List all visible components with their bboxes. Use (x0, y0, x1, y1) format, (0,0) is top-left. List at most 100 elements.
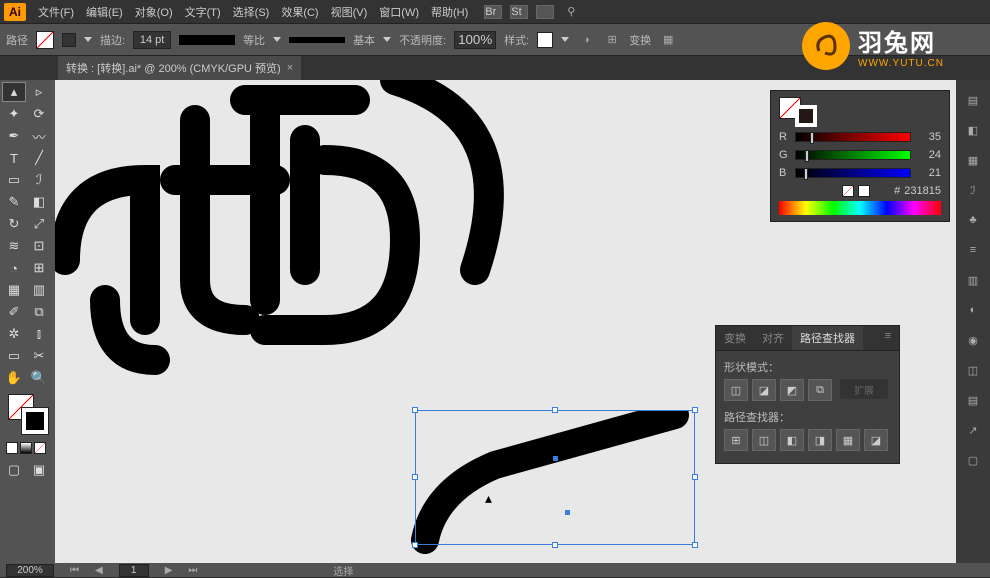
minus-front-button[interactable]: ◪ (752, 379, 776, 401)
brush-preview[interactable] (289, 37, 345, 43)
divide-button[interactable]: ⊞ (724, 429, 748, 451)
artboard-tool[interactable]: ▭ (2, 346, 26, 366)
bbox-handle-mr[interactable] (692, 474, 698, 480)
intersect-button[interactable]: ◩ (780, 379, 804, 401)
outline-button[interactable]: ▦ (836, 429, 860, 451)
exclude-button[interactable]: ⧉ (808, 379, 832, 401)
recolor-icon[interactable]: ◑ (577, 31, 595, 49)
tab-close-icon[interactable]: × (287, 62, 293, 74)
expand-button[interactable]: 扩展 (840, 379, 888, 399)
arrange-icon[interactable] (536, 5, 554, 19)
trim-button[interactable]: ◫ (752, 429, 776, 451)
free-transform-tool[interactable]: ⊡ (27, 236, 51, 256)
transform-label[interactable]: 变换 (629, 32, 651, 48)
graphic-styles-icon[interactable]: ◫ (963, 360, 983, 380)
hex-value[interactable]: 231815 (904, 185, 941, 197)
stroke-color-swatch[interactable] (795, 105, 817, 127)
bbox-handle-bc[interactable] (552, 542, 558, 548)
properties-panel-icon[interactable]: ▤ (963, 90, 983, 110)
isolate-icon[interactable]: ▦ (659, 31, 677, 49)
stroke-profile-preview[interactable] (179, 35, 235, 45)
menu-select[interactable]: 选择(S) (227, 4, 276, 20)
transparency-icon[interactable]: ◐ (963, 300, 983, 320)
none-swatch-icon[interactable] (842, 185, 854, 197)
anchor-point[interactable] (553, 456, 558, 461)
document-tab[interactable]: 转换 : [转换].ai* @ 200% (CMYK/GPU 预览) × (58, 56, 301, 80)
menu-type[interactable]: 文字(T) (179, 4, 227, 20)
asset-export-icon[interactable]: ↗ (963, 420, 983, 440)
nav-prev-icon[interactable]: ◀ (95, 565, 103, 576)
artboards-icon[interactable]: ▢ (963, 450, 983, 470)
selection-tool[interactable]: ▴ (2, 82, 26, 102)
align-icon[interactable]: ⊞ (603, 31, 621, 49)
color-guide-icon[interactable]: ◧ (963, 120, 983, 140)
hand-tool[interactable]: ✋ (2, 368, 26, 388)
nav-last-icon[interactable]: ⏭ (188, 565, 197, 576)
menu-edit[interactable]: 编辑(E) (80, 4, 129, 20)
gradient-mode-swatch[interactable] (20, 442, 32, 454)
style-thumbnail[interactable] (537, 32, 553, 48)
search-icon[interactable]: ⚲ (562, 3, 580, 21)
selected-object[interactable]: ▴ (365, 410, 695, 560)
zoom-input[interactable] (6, 564, 54, 577)
bbox-handle-tl[interactable] (412, 407, 418, 413)
color-panel[interactable]: R 35 G 24 B 21 # 231815 (770, 90, 950, 222)
crop-button[interactable]: ◨ (808, 429, 832, 451)
stroke-panel-icon[interactable]: ≡ (963, 240, 983, 260)
shape-builder-tool[interactable]: ◔ (2, 258, 26, 278)
eyedropper-tool[interactable]: ✐ (2, 302, 26, 322)
anchor-point[interactable] (565, 510, 570, 515)
bbox-handle-ml[interactable] (412, 474, 418, 480)
brush-dropdown-icon[interactable] (383, 37, 391, 42)
swatches-icon[interactable]: ▦ (963, 150, 983, 170)
blend-tool[interactable]: ⧉ (27, 302, 51, 322)
tab-transform[interactable]: 变换 (716, 326, 754, 350)
curvature-tool[interactable]: 〰 (27, 126, 51, 146)
slice-tool[interactable]: ✂ (27, 346, 51, 366)
b-slider[interactable] (795, 168, 911, 178)
stock-icon[interactable]: St (510, 5, 528, 19)
layers-icon[interactable]: ▤ (963, 390, 983, 410)
symbols-icon[interactable]: ♣ (963, 210, 983, 230)
merge-button[interactable]: ◧ (780, 429, 804, 451)
perspective-grid-tool[interactable]: ⊞ (27, 258, 51, 278)
r-slider[interactable] (795, 132, 911, 142)
brushes-icon[interactable]: ℐ (963, 180, 983, 200)
menu-effect[interactable]: 效果(C) (275, 4, 324, 20)
tab-pathfinder[interactable]: 路径查找器 (792, 326, 863, 350)
paintbrush-tool[interactable]: ℐ (27, 170, 51, 190)
style-dropdown-icon[interactable] (561, 37, 569, 42)
rotate-tool[interactable]: ↻ (2, 214, 26, 234)
zoom-tool[interactable]: 🔍 (27, 368, 51, 388)
profile-dropdown-icon[interactable] (273, 37, 281, 42)
stroke-swatch-box[interactable] (62, 33, 76, 47)
rectangle-tool[interactable]: ▭ (2, 170, 26, 190)
menu-help[interactable]: 帮助(H) (425, 4, 474, 20)
pen-tool[interactable]: ✒ (2, 126, 26, 146)
menu-window[interactable]: 窗口(W) (373, 4, 425, 20)
artboard-nav-input[interactable] (119, 564, 149, 577)
menu-view[interactable]: 视图(V) (325, 4, 374, 20)
none-mode-swatch[interactable] (34, 442, 46, 454)
width-tool[interactable]: ≋ (2, 236, 26, 256)
eraser-tool[interactable]: ◧ (27, 192, 51, 212)
white-swatch-icon[interactable] (858, 185, 870, 197)
fill-swatch[interactable] (36, 31, 54, 49)
menu-file[interactable]: 文件(F) (32, 4, 80, 20)
stroke-width-input[interactable] (133, 31, 171, 49)
screen-mode-full[interactable]: ▣ (27, 460, 51, 480)
magic-wand-tool[interactable]: ✦ (2, 104, 26, 124)
symbol-sprayer-tool[interactable]: ✲ (2, 324, 26, 344)
spectrum-bar[interactable] (779, 201, 941, 215)
color-mode-swatch[interactable] (6, 442, 18, 454)
bbox-handle-br[interactable] (692, 542, 698, 548)
line-segment-tool[interactable]: ╱ (27, 148, 51, 168)
nav-next-icon[interactable]: ▶ (165, 565, 173, 576)
scale-tool[interactable]: ⤢ (27, 214, 51, 234)
fill-stroke-indicator[interactable] (2, 394, 53, 438)
shaper-tool[interactable]: ✎ (2, 192, 26, 212)
minus-back-button[interactable]: ◪ (864, 429, 888, 451)
pathfinder-panel[interactable]: 变换 对齐 路径查找器 ≡ 形状模式： ◫ ◪ ◩ ⧉ 扩展 路径查找器： ⊞ … (715, 325, 900, 464)
bbox-handle-tr[interactable] (692, 407, 698, 413)
column-graph-tool[interactable]: ⫾ (27, 324, 51, 344)
